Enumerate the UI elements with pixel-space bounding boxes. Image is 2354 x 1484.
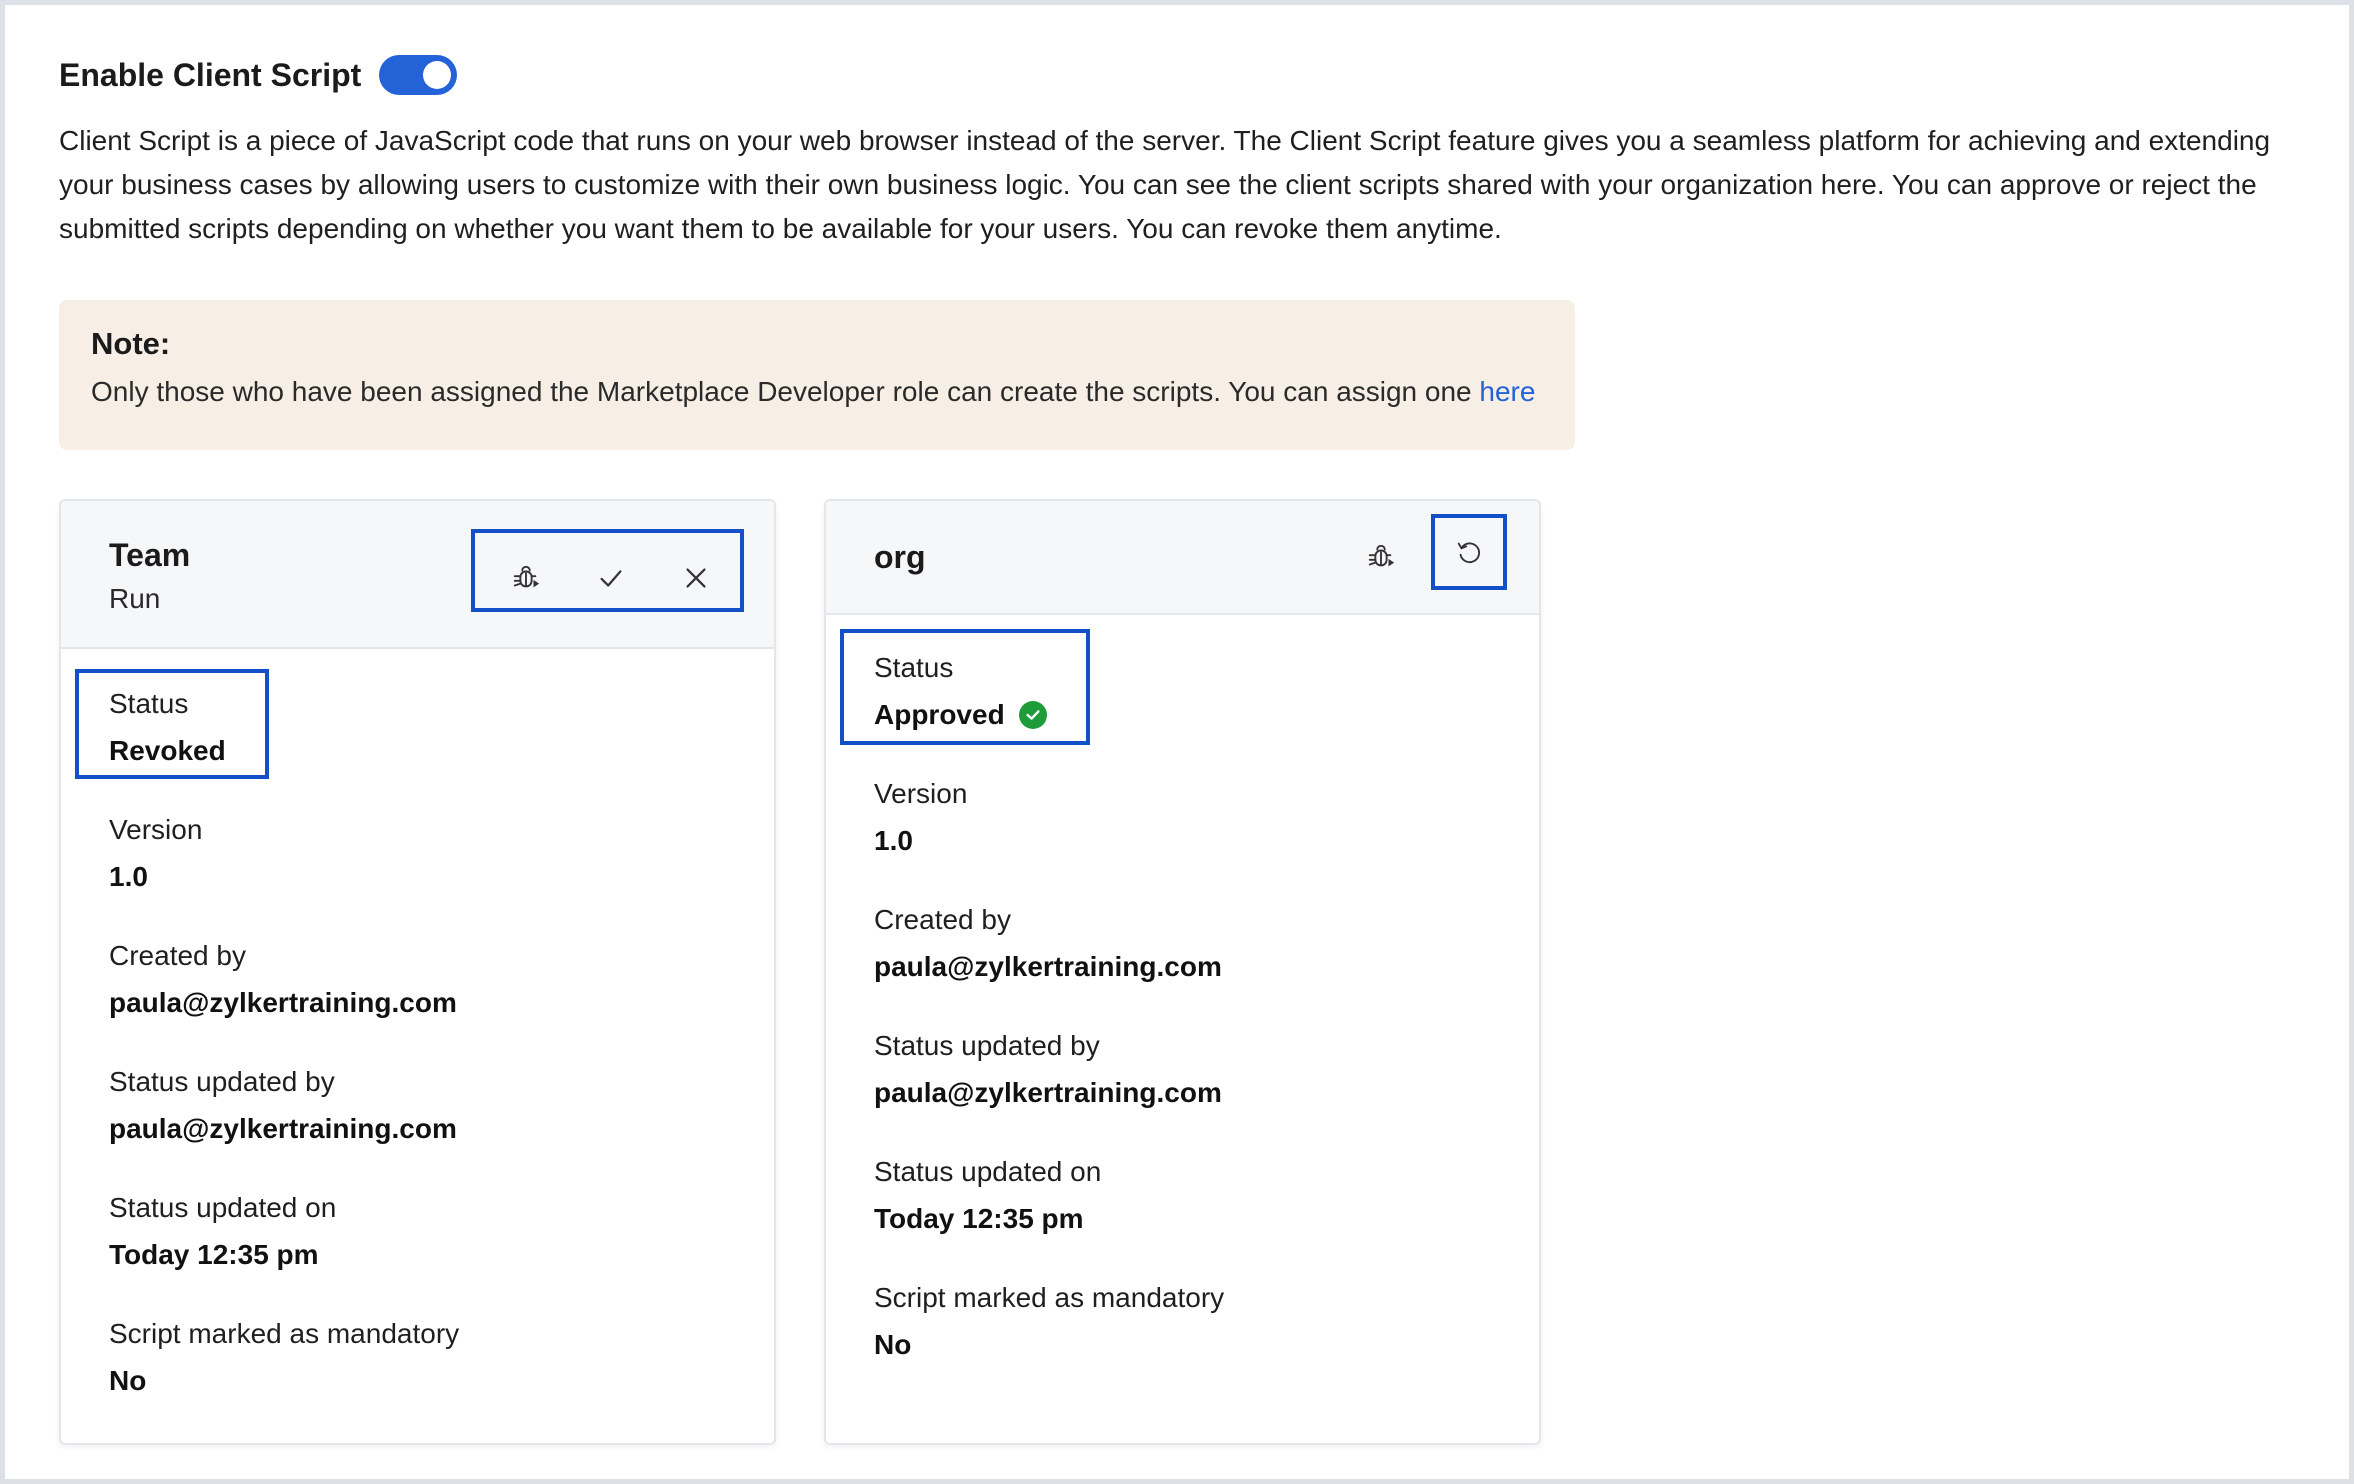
field-status-updated-by: Status updated by paula@zylkertraining.c…: [874, 1029, 1222, 1110]
field-label: Status: [874, 652, 954, 683]
field-mandatory: Script marked as mandatory No: [109, 1317, 459, 1398]
note-box: Note: Only those who have been assigned …: [59, 300, 1575, 450]
field-status-updated-on: Status updated on Today 12:35 pm: [109, 1191, 336, 1272]
bug-icon[interactable]: [1359, 535, 1403, 579]
status-value-row: Approved: [874, 698, 1047, 732]
field-label: Created by: [109, 940, 246, 971]
field-label: Created by: [874, 904, 1011, 935]
toggle-knob: [423, 61, 452, 89]
script-card-team: Team Run Status Revoked Version 1.0 Crea…: [59, 499, 776, 1445]
field-value: paula@zylkertraining.com: [874, 951, 1222, 982]
field-label: Script marked as mandatory: [874, 1282, 1225, 1313]
field-status-updated-on: Status updated on Today 12:35 pm: [874, 1155, 1101, 1236]
field-label: Script marked as mandatory: [109, 1318, 460, 1349]
field-label: Status updated by: [874, 1030, 1100, 1061]
card-subtitle: Run: [109, 583, 161, 614]
card-header: Team Run: [61, 501, 774, 649]
field-label: Version: [874, 778, 968, 809]
field-value: 1.0: [874, 825, 913, 856]
field-created-by: Created by paula@zylkertraining.com: [109, 939, 457, 1020]
field-created-by: Created by paula@zylkertraining.com: [874, 903, 1222, 984]
field-value: paula@zylkertraining.com: [109, 987, 457, 1018]
script-card-org: org Status Approved Version 1.0 Created …: [824, 499, 1541, 1445]
revoke-icon[interactable]: [1447, 530, 1491, 574]
page-frame: Enable Client Script Client Script is a …: [0, 0, 2354, 1484]
assign-role-link[interactable]: here: [1479, 376, 1535, 407]
bug-icon[interactable]: [504, 556, 548, 600]
note-text-body: Only those who have been assigned the Ma…: [91, 376, 1480, 407]
status-value: Revoked: [109, 735, 226, 766]
card-title: org: [874, 539, 926, 575]
field-status: Status Revoked: [109, 687, 226, 768]
field-value: Today 12:35 pm: [109, 1239, 319, 1270]
status-value: Approved: [874, 699, 1005, 730]
field-version: Version 1.0: [109, 813, 202, 894]
enable-client-script-label: Enable Client Script: [59, 56, 362, 93]
field-label: Status: [109, 688, 189, 719]
check-icon[interactable]: [589, 556, 633, 600]
note-text: Only those who have been assigned the Ma…: [91, 374, 1543, 410]
field-version: Version 1.0: [874, 777, 967, 858]
card-title: Team: [109, 537, 191, 573]
field-value: Today 12:35 pm: [874, 1203, 1084, 1234]
field-value: paula@zylkertraining.com: [109, 1113, 457, 1144]
field-mandatory: Script marked as mandatory No: [874, 1281, 1224, 1362]
field-value: paula@zylkertraining.com: [874, 1077, 1222, 1108]
enable-client-script-toggle[interactable]: [379, 55, 458, 95]
field-value: 1.0: [109, 861, 148, 892]
card-header: org: [826, 501, 1539, 615]
field-label: Status updated on: [109, 1192, 337, 1223]
field-label: Status updated on: [874, 1156, 1102, 1187]
enable-client-script-row: Enable Client Script: [59, 53, 458, 97]
client-script-description: Client Script is a piece of JavaScript c…: [59, 125, 2271, 244]
note-title: Note:: [91, 326, 171, 361]
field-label: Version: [109, 814, 203, 845]
field-value: No: [109, 1365, 147, 1396]
field-status-updated-by: Status updated by paula@zylkertraining.c…: [109, 1065, 457, 1146]
approved-check-icon: [1018, 701, 1047, 729]
field-status: Status Approved: [874, 651, 1047, 732]
close-icon[interactable]: [674, 556, 718, 600]
field-label: Status updated by: [109, 1066, 335, 1097]
field-value: No: [874, 1329, 912, 1360]
